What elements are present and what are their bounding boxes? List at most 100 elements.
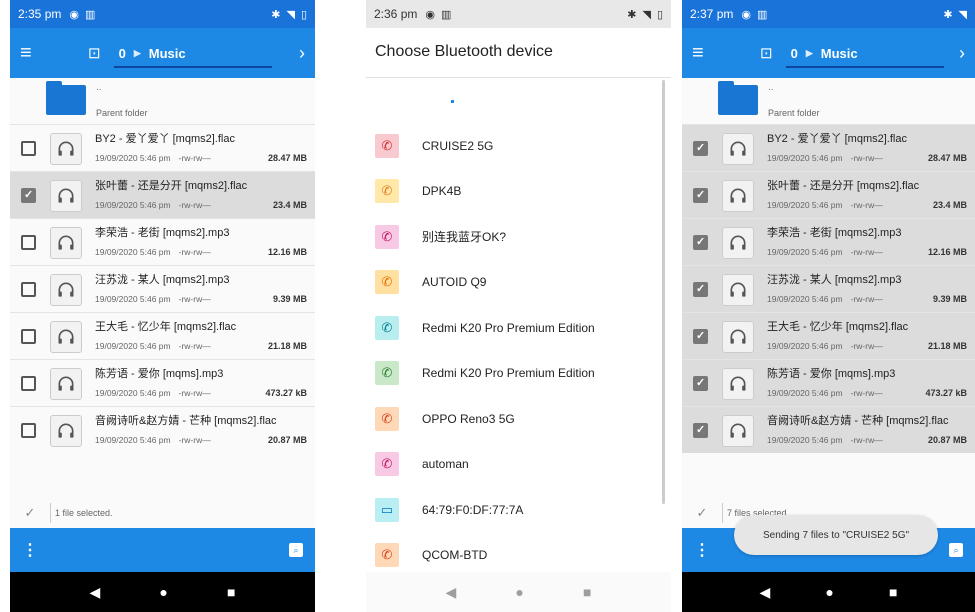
app-bar: ≡ ⊡ 0 ▶ Music ›	[682, 28, 975, 78]
chevron-right-icon[interactable]: ›	[299, 43, 305, 64]
check-icon[interactable]: ✓	[682, 505, 722, 521]
device-name: 别连我蓝牙OK?	[422, 230, 507, 245]
device-item[interactable]: ✆ automan	[366, 442, 671, 488]
more-icon[interactable]: ⋮	[694, 540, 724, 560]
file-row[interactable]: 王大毛 - 忆少年 [mqms2].flac 19/09/2020 5:46 pm…	[10, 312, 315, 359]
notification-icon: ◉	[69, 8, 79, 21]
checkbox[interactable]	[693, 141, 708, 156]
battery-icon: ▯	[300, 8, 307, 21]
menu-icon[interactable]: ≡	[692, 42, 728, 65]
home-icon[interactable]: ●	[825, 584, 833, 600]
device-item[interactable]: ✆ CRUISE2 5G	[366, 123, 671, 169]
audio-file-icon	[50, 180, 82, 212]
audio-file-icon	[50, 227, 82, 259]
more-icon[interactable]: ⋮	[22, 540, 52, 560]
device-name: QCOM-BTD	[422, 548, 488, 563]
file-date: 19/09/2020 5:46 pm	[767, 388, 843, 398]
device-item[interactable]: ✆ Redmi K20 Pro Premium Edition	[366, 305, 671, 351]
file-meta: 19/09/2020 5:46 pm -rw-rw—	[95, 388, 211, 398]
checkbox[interactable]	[21, 282, 36, 297]
device-name: Redmi K20 Pro Premium Edition	[422, 320, 595, 335]
recents-icon[interactable]: ■	[889, 584, 897, 600]
checkbox[interactable]	[693, 423, 708, 438]
parent-folder-row[interactable]: .. Parent folder	[682, 78, 975, 124]
file-row[interactable]: 李荣浩 - 老街 [mqms2].mp3 19/09/2020 5:46 pm -r…	[682, 218, 975, 265]
file-row[interactable]: 张叶蕾 - 还是分开 [mqms2].flac 19/09/2020 5:46 p…	[10, 171, 315, 218]
laptop-icon: ▭	[375, 497, 399, 522]
checkbox[interactable]	[693, 282, 708, 297]
file-meta: 19/09/2020 5:46 pm -rw-rw—	[767, 435, 883, 445]
media-icon: ▥	[440, 8, 452, 21]
media-icon: ▥	[84, 8, 96, 21]
chevron-right-icon[interactable]: ›	[959, 43, 965, 64]
breadcrumb-root[interactable]: 0	[119, 46, 126, 61]
back-icon[interactable]: ◀	[446, 584, 457, 601]
breadcrumb-arrow-icon: ▶	[133, 47, 141, 58]
file-row[interactable]: 陈芳语 - 爱你 [mqms].mp3 19/09/2020 5:46 pm -rw…	[682, 359, 975, 406]
back-icon[interactable]: ◀	[90, 584, 101, 601]
check-icon[interactable]: ✓	[10, 505, 50, 521]
breadcrumb[interactable]: 0 ▶ Music	[791, 46, 858, 61]
file-row[interactable]: BY2 - 爱丫爱丫 [mqms2].flac 19/09/2020 5:46 p…	[682, 124, 975, 171]
search-icon[interactable]: ⌕	[949, 543, 963, 557]
checkbox[interactable]	[693, 329, 708, 344]
file-row[interactable]: 汪苏泷 - 某人 [mqms2].mp3 19/09/2020 5:46 pm -r…	[682, 265, 975, 312]
home-icon[interactable]: ●	[515, 584, 523, 600]
file-date: 19/09/2020 5:46 pm	[767, 341, 843, 351]
checkbox[interactable]	[21, 423, 36, 438]
file-name: 张叶蕾 - 还是分开 [mqms2].flac	[767, 180, 920, 192]
file-date: 19/09/2020 5:46 pm	[95, 200, 171, 210]
device-item[interactable]: ✆ OPPO Reno3 5G	[366, 396, 671, 442]
clock: 2:37 pm	[690, 7, 734, 21]
device-item[interactable]: ▭ 64:79:F0:DF:77:7A	[366, 487, 671, 533]
file-row[interactable]: 音阙诗听&赵方婧 - 芒种 [mqms2].flac 19/09/2020 5:4…	[682, 406, 975, 453]
audio-file-icon	[722, 368, 754, 400]
checkbox[interactable]	[21, 235, 36, 250]
file-permissions: -rw-rw—	[850, 247, 883, 257]
checkbox[interactable]	[693, 188, 708, 203]
file-list: .. Parent folder BY2 - 爱丫爱丫 [mqms2].flac…	[682, 78, 975, 453]
recents-icon[interactable]: ■	[227, 584, 235, 600]
file-meta: 19/09/2020 5:46 pm -rw-rw—	[767, 200, 883, 210]
lock-icon[interactable]: ⊡	[88, 44, 101, 62]
file-row[interactable]: 汪苏泷 - 某人 [mqms2].mp3 19/09/2020 5:46 pm -r…	[10, 265, 315, 312]
phone-icon: ✆	[375, 179, 399, 204]
checkbox[interactable]	[21, 329, 36, 344]
device-item[interactable]: ✆ 别连我蓝牙OK?	[366, 214, 671, 260]
device-item[interactable]: ✆ Redmi K20 Pro Premium Edition	[366, 351, 671, 397]
search-icon[interactable]: ⌕	[289, 543, 303, 557]
file-size: 12.16 MB	[927, 247, 967, 257]
checkbox[interactable]	[21, 141, 36, 156]
checkbox[interactable]	[693, 235, 708, 250]
scrollbar[interactable]	[662, 80, 665, 504]
checkbox[interactable]	[693, 376, 708, 391]
checkbox[interactable]	[21, 376, 36, 391]
breadcrumb[interactable]: 0 ▶ Music	[119, 46, 186, 61]
device-name: Redmi K20 Pro Premium Edition	[422, 366, 595, 381]
recents-icon[interactable]: ■	[583, 584, 591, 600]
status-bar: 2:35 pm ◉ ▥ ✱ ◥ ▯	[10, 0, 315, 28]
file-row[interactable]: BY2 - 爱丫爱丫 [mqms2].flac 19/09/2020 5:46 p…	[10, 124, 315, 171]
breadcrumb-root[interactable]: 0	[791, 46, 798, 61]
device-item[interactable]: ✆ DPK4B	[366, 169, 671, 215]
breadcrumb-underline	[786, 66, 944, 68]
audio-file-icon	[50, 133, 82, 165]
breadcrumb-folder[interactable]: Music	[821, 46, 858, 61]
parent-folder-row[interactable]: .. Parent folder	[10, 78, 315, 124]
device-item[interactable]: ✆ AUTOID Q9	[366, 260, 671, 306]
checkbox[interactable]	[21, 188, 36, 203]
file-name: BY2 - 爱丫爱丫 [mqms2].flac	[95, 133, 235, 145]
bluetooth-icon: ✱	[271, 8, 281, 21]
home-icon[interactable]: ●	[159, 584, 167, 600]
file-row[interactable]: 李荣浩 - 老街 [mqms2].mp3 19/09/2020 5:46 pm -r…	[10, 218, 315, 265]
breadcrumb-folder[interactable]: Music	[149, 46, 186, 61]
file-name: BY2 - 爱丫爱丫 [mqms2].flac	[767, 133, 907, 145]
file-row[interactable]: 张叶蕾 - 还是分开 [mqms2].flac 19/09/2020 5:46 p…	[682, 171, 975, 218]
nav-bar: ◀ ● ■	[366, 572, 671, 612]
back-icon[interactable]: ◀	[760, 584, 771, 601]
file-row[interactable]: 音阙诗听&赵方婧 - 芒种 [mqms2].flac 19/09/2020 5:4…	[10, 406, 315, 453]
menu-icon[interactable]: ≡	[20, 42, 56, 65]
lock-icon[interactable]: ⊡	[760, 44, 773, 62]
file-row[interactable]: 陈芳语 - 爱你 [mqms].mp3 19/09/2020 5:46 pm -rw…	[10, 359, 315, 406]
file-row[interactable]: 王大毛 - 忆少年 [mqms2].flac 19/09/2020 5:46 pm…	[682, 312, 975, 359]
